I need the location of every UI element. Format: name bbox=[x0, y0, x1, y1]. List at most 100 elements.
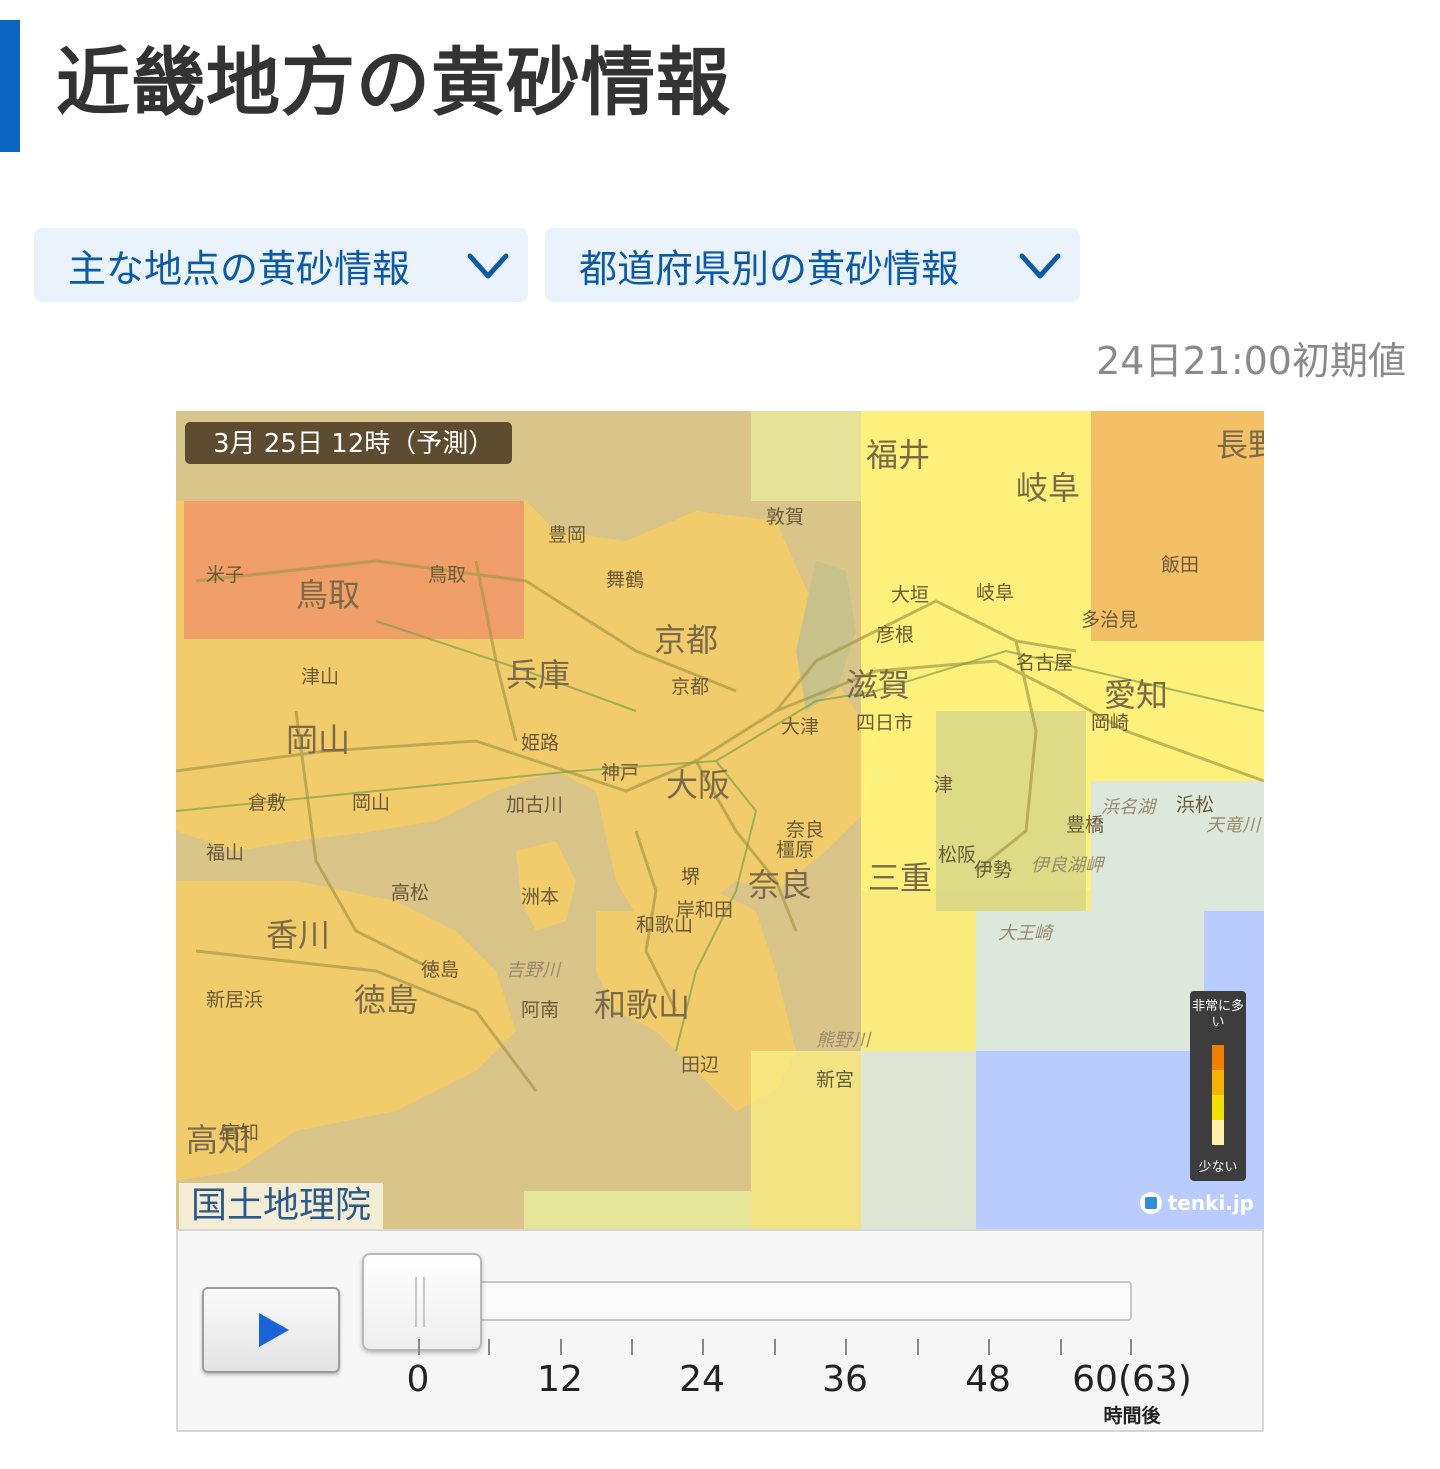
city-label: 橿原 bbox=[776, 839, 814, 861]
city-label: 飯田 bbox=[1161, 554, 1199, 576]
pref-label-osaka: 大阪 bbox=[666, 766, 730, 804]
city-label: 敦賀 bbox=[766, 506, 804, 528]
geo-label: 浜名湖 bbox=[1101, 797, 1158, 818]
tick-label-24: 24 bbox=[679, 1359, 725, 1400]
city-label: 彦根 bbox=[876, 624, 914, 646]
city-label: 浜松 bbox=[1176, 794, 1214, 816]
geo-label: 伊良湖岬 bbox=[1031, 855, 1106, 876]
forecast-time-label: 3月 25日 12時（予測） bbox=[184, 421, 514, 465]
timeline-controls: 0 12 24 36 48 60(63) 時間後 bbox=[176, 1229, 1264, 1432]
initial-time: 24日21:00初期値 bbox=[1096, 339, 1406, 383]
city-label: 奈良 bbox=[786, 819, 824, 841]
legend-swatch bbox=[1212, 1070, 1224, 1095]
city-label: 和歌山 bbox=[636, 914, 693, 936]
title-accent-bar bbox=[0, 20, 20, 152]
tenki-logo-icon bbox=[1139, 1192, 1162, 1214]
city-label: 高知 bbox=[221, 1122, 259, 1144]
tick bbox=[1060, 1339, 1062, 1355]
city-label: 鳥取 bbox=[428, 564, 466, 586]
play-button[interactable] bbox=[202, 1287, 340, 1373]
legend-swatch bbox=[1212, 1045, 1224, 1070]
city-label: 田辺 bbox=[681, 1054, 719, 1076]
play-icon bbox=[259, 1313, 289, 1347]
chevron-down-icon bbox=[467, 253, 509, 279]
city-label: 伊勢 bbox=[974, 859, 1012, 881]
city-label: 岡山 bbox=[352, 792, 390, 814]
dropdown-prefectures[interactable]: 都道府県別の黄砂情報 bbox=[545, 228, 1080, 302]
map-labels: 福井 岐阜 長野 鳥取 京都 兵庫 滋賀 愛知 岡山 大阪 三重 奈良 香川 徳… bbox=[186, 426, 1264, 1159]
dust-forecast-map: 福井 岐阜 長野 鳥取 京都 兵庫 滋賀 愛知 岡山 大阪 三重 奈良 香川 徳… bbox=[176, 411, 1264, 1229]
page-title: 近畿地方の黄砂情報 bbox=[56, 40, 731, 126]
legend-color-bar bbox=[1212, 1045, 1224, 1145]
geo-label: 天竜川 bbox=[1206, 815, 1262, 836]
pref-label-kagawa: 香川 bbox=[266, 916, 330, 954]
city-label: 舞鶴 bbox=[606, 569, 644, 591]
tick-label-12: 12 bbox=[537, 1359, 583, 1400]
city-label: 京都 bbox=[671, 676, 709, 698]
tick bbox=[1130, 1339, 1132, 1355]
city-label: 堺 bbox=[681, 866, 700, 888]
city-label: 四日市 bbox=[856, 712, 913, 734]
geo-label: 大王崎 bbox=[998, 923, 1055, 944]
tick bbox=[845, 1339, 847, 1355]
pref-label-nagano: 長野 bbox=[1216, 426, 1264, 464]
city-label: 加古川 bbox=[506, 794, 563, 816]
city-label: 大津 bbox=[781, 716, 819, 738]
legend-swatch bbox=[1212, 1120, 1224, 1145]
dropdown-major-locations[interactable]: 主な地点の黄砂情報 bbox=[34, 228, 528, 302]
pref-label-okayama: 岡山 bbox=[286, 721, 350, 759]
city-label: 津 bbox=[934, 774, 953, 796]
pref-label-tottori: 鳥取 bbox=[296, 576, 360, 614]
pref-label-fukui: 福井 bbox=[866, 436, 930, 474]
pref-label-mie: 三重 bbox=[868, 859, 932, 897]
dust-legend: 非常に多い 少ない bbox=[1190, 991, 1246, 1181]
tenki-brand: tenki.jp bbox=[1139, 1191, 1254, 1215]
pref-label-tokushima: 徳島 bbox=[354, 981, 418, 1019]
prefecture-labels: 福井 岐阜 長野 鳥取 京都 兵庫 滋賀 愛知 岡山 大阪 三重 奈良 香川 徳… bbox=[186, 426, 1264, 1159]
tick bbox=[774, 1339, 776, 1355]
city-label: 徳島 bbox=[421, 959, 459, 981]
geo-label: 吉野川 bbox=[506, 960, 562, 981]
city-label: 阿南 bbox=[521, 999, 559, 1021]
city-label: 松阪 bbox=[938, 844, 976, 866]
city-label: 豊橋 bbox=[1066, 814, 1104, 836]
legend-high-label: 非常に多い bbox=[1191, 999, 1244, 1030]
pref-label-nara: 奈良 bbox=[748, 866, 812, 904]
tenki-brand-text: tenki.jp bbox=[1167, 1191, 1254, 1215]
timeline-slider-handle[interactable] bbox=[362, 1253, 482, 1351]
pref-label-gifu: 岐阜 bbox=[1016, 469, 1080, 507]
tick-label-0: 0 bbox=[406, 1359, 430, 1400]
city-label: 多治見 bbox=[1081, 609, 1138, 631]
legend-low-label: 少ない bbox=[1198, 1160, 1238, 1175]
chevron-down-icon bbox=[1019, 253, 1061, 279]
pref-label-wakayama: 和歌山 bbox=[594, 986, 690, 1024]
city-label: 豊岡 bbox=[548, 524, 586, 546]
attribution-gsi[interactable]: 国土地理院 bbox=[179, 1183, 384, 1229]
tick bbox=[917, 1339, 919, 1355]
geo-label: 熊野川 bbox=[816, 1030, 872, 1051]
city-label: 津山 bbox=[301, 666, 339, 688]
tick-label-60: 60(63) bbox=[1072, 1359, 1192, 1400]
pref-label-shiga: 滋賀 bbox=[846, 666, 910, 704]
city-label: 大垣 bbox=[891, 584, 929, 606]
tick bbox=[560, 1339, 562, 1355]
tick bbox=[631, 1339, 633, 1355]
dropdown-label: 都道府県別の黄砂情報 bbox=[579, 246, 960, 291]
tick bbox=[488, 1339, 490, 1355]
legend-swatch bbox=[1212, 1095, 1224, 1120]
city-label: 洲本 bbox=[521, 886, 559, 908]
city-label: 岡崎 bbox=[1091, 712, 1129, 734]
city-label: 高松 bbox=[391, 882, 429, 904]
pref-label-aichi: 愛知 bbox=[1104, 676, 1168, 714]
pref-label-hyogo: 兵庫 bbox=[506, 656, 570, 694]
city-label: 新居浜 bbox=[206, 989, 263, 1011]
grip-icon bbox=[415, 1277, 425, 1327]
timeline-slider-track[interactable] bbox=[414, 1281, 1132, 1321]
city-label: 新宮 bbox=[816, 1069, 854, 1091]
pref-label-kyoto: 京都 bbox=[654, 621, 718, 659]
city-label: 米子 bbox=[206, 564, 244, 586]
city-label: 岐阜 bbox=[976, 582, 1014, 604]
city-label: 神戸 bbox=[601, 762, 639, 784]
city-label: 倉敷 bbox=[248, 792, 286, 814]
city-label: 名古屋 bbox=[1016, 652, 1073, 674]
